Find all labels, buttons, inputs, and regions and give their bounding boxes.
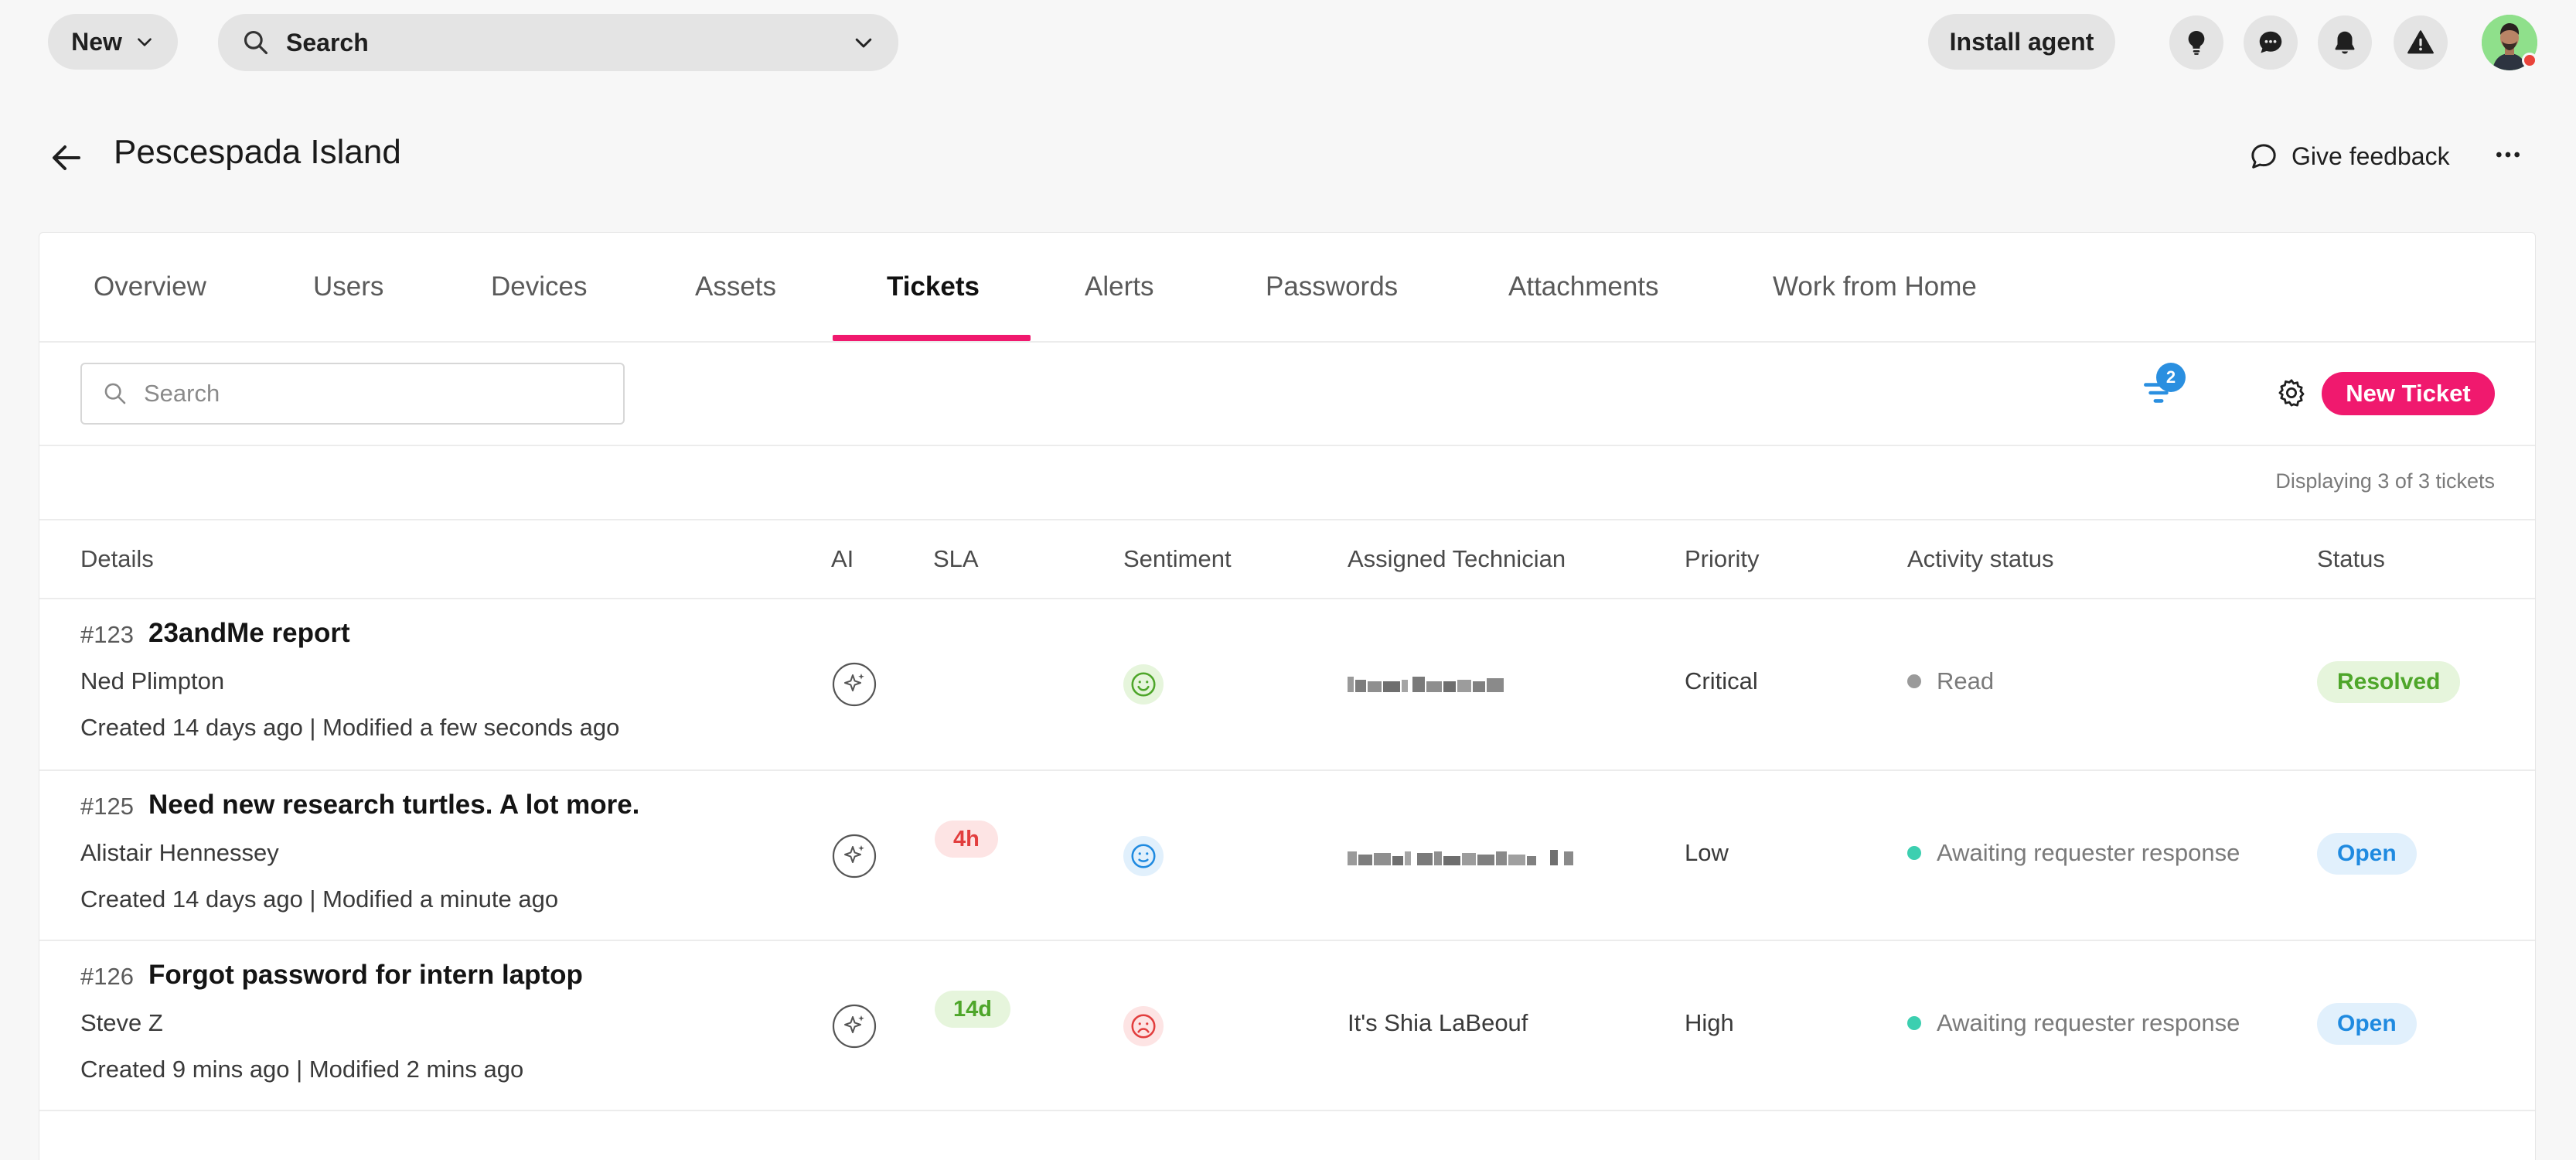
tab-overview[interactable]: Overview — [94, 271, 206, 302]
activity-dot — [1907, 1016, 1921, 1030]
notifications-button[interactable] — [2318, 15, 2372, 70]
global-search[interactable]: Search — [218, 14, 898, 71]
activity-dot — [1907, 674, 1921, 688]
ticket-activity-status: Awaiting requester response — [1907, 1009, 2240, 1037]
back-arrow-icon[interactable] — [48, 139, 85, 176]
tickets-card: Overview Users Devices Assets Tickets Al… — [39, 232, 2536, 1160]
tab-work-from-home[interactable]: Work from Home — [1773, 271, 1977, 302]
ticket-activity-status: Awaiting requester response — [1907, 839, 2240, 867]
ticket-id: #125 — [80, 793, 134, 820]
tab-users[interactable]: Users — [313, 271, 383, 302]
ticket-dates: Created 14 days ago | Modified a minute … — [80, 885, 559, 913]
ticket-requester: Ned Plimpton — [80, 667, 225, 694]
ticket-dates: Created 14 days ago | Modified a few sec… — [80, 714, 620, 741]
ticket-id: #126 — [80, 963, 134, 990]
tab-tickets[interactable]: Tickets — [887, 271, 980, 302]
smiley-sad-icon — [1131, 1014, 1156, 1039]
assigned-technician: It's Shia LaBeouf — [1348, 1009, 1528, 1036]
ai-sparkle-icon[interactable] — [831, 661, 877, 708]
ticket-requester: Steve Z — [80, 1009, 163, 1036]
give-feedback-label: Give feedback — [2291, 142, 2450, 170]
column-header-sentiment[interactable]: Sentiment — [1123, 545, 1232, 573]
sentiment-neutral — [1123, 836, 1164, 876]
tab-passwords[interactable]: Passwords — [1266, 271, 1398, 302]
gear-icon[interactable] — [2275, 377, 2308, 409]
top-bar: New Search Install agent — [0, 0, 2576, 85]
chat-icon — [2259, 31, 2282, 53]
tab-alerts[interactable]: Alerts — [1085, 271, 1153, 302]
ai-sparkle-icon[interactable] — [831, 1003, 877, 1049]
ticket-count-text: Displaying 3 of 3 tickets — [2275, 469, 2495, 493]
chevron-down-icon — [138, 38, 152, 46]
sentiment-sad — [1123, 1006, 1164, 1046]
tab-bar: Overview Users Devices Assets Tickets Al… — [39, 233, 2535, 343]
column-header-status[interactable]: Status — [2317, 545, 2385, 573]
column-header-technician[interactable]: Assigned Technician — [1348, 545, 1566, 573]
filter-count-badge: 2 — [2156, 363, 2186, 392]
install-agent-button[interactable]: Install agent — [1928, 14, 2115, 70]
lightbulb-icon — [2188, 30, 2205, 55]
ticket-id: #123 — [80, 621, 134, 648]
global-search-label: Search — [286, 28, 369, 56]
activity-label: Read — [1937, 667, 1995, 694]
status-badge[interactable]: Open — [2317, 1003, 2417, 1045]
sla-badge: 4h — [935, 821, 998, 858]
tips-button[interactable] — [2169, 15, 2223, 70]
table-row[interactable]: #125 Need new research turtles. A lot mo… — [39, 771, 2535, 941]
divider — [39, 519, 2535, 520]
chat-button[interactable] — [2244, 15, 2298, 70]
install-agent-label: Install agent — [1949, 27, 2094, 56]
ticket-priority: High — [1685, 1009, 1734, 1036]
ai-sparkle-icon[interactable] — [831, 833, 877, 879]
search-icon — [244, 30, 268, 55]
status-badge[interactable]: Resolved — [2317, 661, 2461, 703]
presence-dot — [2522, 53, 2537, 68]
ticket-search-placeholder: Search — [144, 380, 220, 407]
table-row[interactable]: #123 23andMe report Ned Plimpton Created… — [39, 599, 2535, 769]
column-header-activity-status[interactable]: Activity status — [1907, 545, 2054, 573]
activity-label: Awaiting requester response — [1937, 839, 2240, 866]
table-row[interactable]: #126 Forgot password for intern laptop S… — [39, 941, 2535, 1111]
column-header-sla[interactable]: SLA — [933, 545, 979, 573]
ticket-dates: Created 9 mins ago | Modified 2 mins ago — [80, 1056, 524, 1083]
redacted-technician-name — [1348, 677, 1504, 692]
ticket-priority: Critical — [1685, 667, 1758, 694]
more-icon[interactable] — [2493, 139, 2523, 170]
give-feedback-link[interactable]: Give feedback — [2248, 141, 2450, 172]
new-ticket-button[interactable]: New Ticket — [2322, 372, 2495, 415]
chevron-down-icon[interactable] — [852, 31, 875, 54]
column-header-priority[interactable]: Priority — [1685, 545, 1759, 573]
alerts-button[interactable] — [2394, 15, 2448, 70]
ticket-title[interactable]: Need new research turtles. A lot more. — [148, 790, 639, 821]
smiley-happy-icon — [1131, 672, 1156, 697]
divider — [39, 445, 2535, 446]
column-header-details[interactable]: Details — [80, 545, 154, 573]
ticket-activity-status: Read — [1907, 667, 1994, 695]
redacted-technician-name — [1348, 850, 1573, 865]
ticket-priority: Low — [1685, 839, 1729, 866]
ticket-requester: Alistair Hennessey — [80, 839, 279, 866]
tab-attachments[interactable]: Attachments — [1508, 271, 1659, 302]
activity-dot — [1907, 846, 1921, 860]
tab-assets[interactable]: Assets — [695, 271, 776, 302]
status-badge[interactable]: Open — [2317, 833, 2417, 875]
ticket-title[interactable]: Forgot password for intern laptop — [148, 960, 583, 991]
new-button[interactable]: New — [48, 14, 178, 70]
smiley-neutral-icon — [1131, 844, 1156, 868]
page-title: Pescespada Island — [114, 133, 401, 171]
new-button-label: New — [71, 27, 122, 56]
bell-icon — [2335, 31, 2355, 54]
column-header-ai[interactable]: AI — [831, 545, 854, 573]
tab-devices[interactable]: Devices — [491, 271, 587, 302]
ticket-search-input[interactable]: Search — [80, 363, 625, 425]
ticket-title[interactable]: 23andMe report — [148, 618, 350, 649]
active-tab-indicator — [833, 335, 1031, 341]
activity-label: Awaiting requester response — [1937, 1009, 2240, 1036]
sentiment-happy — [1123, 664, 1164, 705]
search-icon — [104, 383, 126, 404]
warning-icon — [2407, 30, 2434, 54]
sla-badge: 14d — [935, 991, 1010, 1028]
divider — [39, 1110, 2535, 1111]
feedback-icon — [2251, 144, 2276, 169]
